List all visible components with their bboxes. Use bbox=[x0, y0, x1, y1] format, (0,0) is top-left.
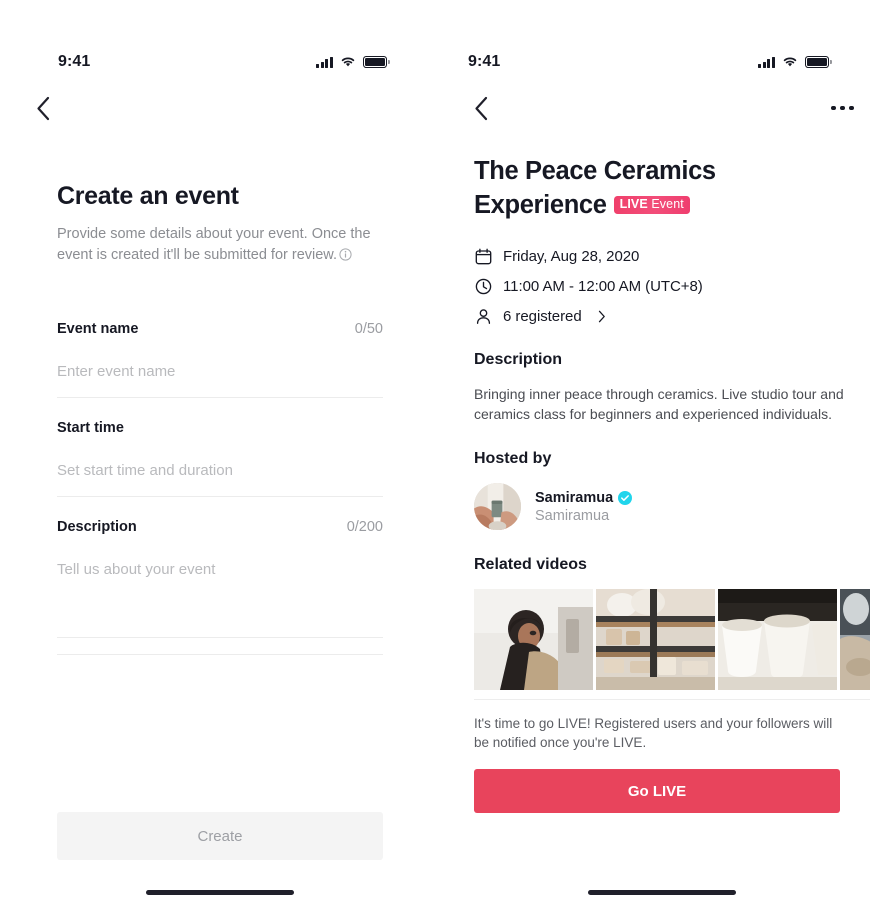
related-videos-heading: Related videos bbox=[474, 556, 587, 573]
description-heading: Description bbox=[474, 351, 563, 368]
description-input[interactable] bbox=[57, 561, 383, 578]
field-counter: 0/50 bbox=[354, 321, 383, 337]
event-meta-list: Friday, Aug 28, 2020 11:00 AM - 12:00 AM… bbox=[474, 248, 870, 325]
host-profile[interactable]: Samiramua Samiramua bbox=[474, 483, 870, 530]
meta-row-time: 11:00 AM - 12:00 AM (UTC+8) bbox=[474, 278, 870, 295]
description-text: Bringing inner peace through ceramics. L… bbox=[474, 386, 844, 422]
field-header: Start time bbox=[57, 420, 383, 436]
signal-bars-icon bbox=[758, 56, 776, 68]
home-indicator bbox=[146, 890, 294, 895]
person-icon bbox=[474, 308, 492, 325]
field-description: Description 0/200 bbox=[57, 519, 383, 655]
battery-icon bbox=[805, 56, 832, 68]
create-event-body: Create an event Provide some details abo… bbox=[0, 182, 440, 655]
more-options-icon[interactable] bbox=[831, 105, 854, 111]
meta-text: Friday, Aug 28, 2020 bbox=[503, 248, 640, 265]
pottery-wheel-thumbnail-partial[interactable] bbox=[840, 589, 870, 690]
status-icons bbox=[758, 56, 832, 68]
verified-badge-icon bbox=[618, 490, 633, 505]
start-time-input[interactable] bbox=[57, 462, 383, 479]
field-counter: 0/200 bbox=[346, 519, 383, 535]
back-chevron-icon[interactable] bbox=[36, 96, 51, 121]
field-label: Start time bbox=[57, 420, 124, 436]
status-bar: 9:41 bbox=[0, 40, 440, 84]
go-live-button[interactable]: Go LIVE bbox=[474, 769, 840, 813]
field-label: Event name bbox=[57, 321, 139, 337]
event-detail-body: The Peace Ceramics Experience LIVE Event … bbox=[440, 154, 884, 813]
host-info: Samiramua Samiramua bbox=[535, 489, 633, 524]
field-header: Event name 0/50 bbox=[57, 321, 383, 337]
avatar[interactable] bbox=[474, 483, 521, 530]
meta-row-date: Friday, Aug 28, 2020 bbox=[474, 248, 870, 265]
status-bar: 9:41 bbox=[440, 40, 884, 84]
host-name-row: Samiramua bbox=[535, 489, 633, 506]
battery-icon bbox=[363, 56, 390, 68]
create-button[interactable]: Create bbox=[57, 812, 383, 860]
meta-row-registered[interactable]: 6 registered bbox=[474, 308, 870, 325]
signal-bars-icon bbox=[316, 56, 334, 68]
navigation-bar bbox=[0, 84, 440, 132]
wifi-icon bbox=[340, 56, 356, 68]
field-label: Description bbox=[57, 519, 137, 535]
status-badge: LIVE Event bbox=[613, 195, 690, 214]
status-time: 9:41 bbox=[58, 53, 91, 70]
create-event-screen: 9:41 Create an event Provide some detail… bbox=[0, 0, 440, 922]
calendar-icon bbox=[474, 248, 492, 265]
wifi-icon bbox=[782, 56, 798, 68]
event-title: The Peace Ceramics Experience LIVE Event bbox=[474, 154, 784, 222]
event-name-input[interactable] bbox=[57, 363, 383, 380]
chevron-right-icon bbox=[598, 310, 606, 323]
field-start-time: Start time bbox=[57, 420, 383, 497]
potter-at-work-thumbnail[interactable] bbox=[474, 589, 593, 690]
home-indicator bbox=[588, 890, 736, 895]
navigation-bar bbox=[440, 84, 884, 132]
status-time: 9:41 bbox=[468, 53, 501, 70]
pottery-shelves-thumbnail[interactable] bbox=[596, 589, 715, 690]
info-circle-icon[interactable] bbox=[339, 247, 352, 268]
host-name: Samiramua bbox=[535, 489, 614, 506]
hosted-by-heading: Hosted by bbox=[474, 450, 552, 467]
dual-screen-container: 9:41 Create an event Provide some detail… bbox=[0, 0, 884, 922]
back-chevron-icon[interactable] bbox=[474, 96, 489, 121]
related-videos-strip[interactable] bbox=[474, 589, 870, 690]
badge-live-word: LIVE bbox=[619, 197, 648, 211]
badge-event-word: Event bbox=[651, 197, 684, 211]
golive-note: It's time to go LIVE! Registered users a… bbox=[474, 716, 833, 750]
meta-text: 6 registered bbox=[503, 308, 582, 325]
create-button-container: Create bbox=[57, 812, 383, 860]
page-subtitle-text: Provide some details about your event. O… bbox=[57, 226, 371, 263]
description-divider bbox=[57, 637, 383, 638]
field-header: Description 0/200 bbox=[57, 519, 383, 535]
page-subtitle: Provide some details about your event. O… bbox=[57, 224, 377, 268]
host-handle: Samiramua bbox=[535, 507, 610, 524]
meta-text: 11:00 AM - 12:00 AM (UTC+8) bbox=[503, 278, 703, 295]
status-icons bbox=[316, 56, 390, 68]
white-bowls-thumbnail[interactable] bbox=[718, 589, 837, 690]
event-form: Event name 0/50 Start time Description bbox=[57, 321, 383, 655]
videos-divider bbox=[474, 699, 870, 700]
page-title: Create an event bbox=[57, 182, 239, 210]
field-event-name: Event name 0/50 bbox=[57, 321, 383, 398]
clock-icon bbox=[474, 278, 492, 295]
event-detail-screen: 9:41 The Peace Ceramics Experience LIVE … bbox=[440, 0, 884, 922]
